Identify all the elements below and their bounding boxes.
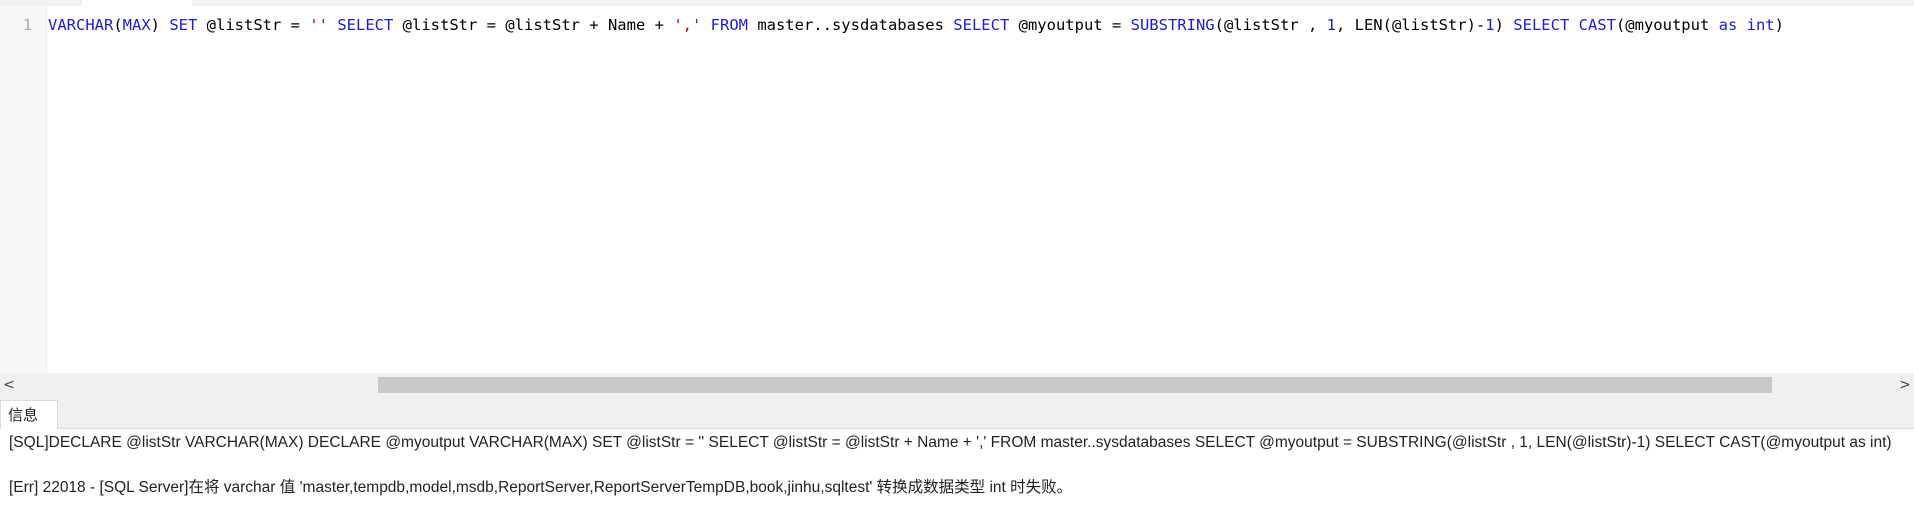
code-keyword: SELECT — [953, 16, 1010, 34]
code-line[interactable]: VARCHAR(MAX) SET @listStr = '' SELECT @l… — [48, 16, 1784, 34]
code-text: @myoutput = — [1009, 16, 1131, 34]
code-string: '' — [309, 16, 328, 34]
code-text: (@listStr , — [1214, 16, 1327, 34]
scrollbar-thumb[interactable] — [378, 377, 1772, 393]
code-text: , LEN(@listStr)- — [1335, 16, 1486, 34]
code-keyword: MAX — [122, 16, 151, 34]
scroll-right-arrow-icon[interactable]: > — [1896, 373, 1914, 397]
horizontal-scrollbar[interactable]: < > — [0, 373, 1914, 397]
code-text: @listStr = @listStr + Name + — [393, 16, 674, 34]
code-keyword: SUBSTRING — [1130, 16, 1215, 34]
result-tab-bar: 信息 — [0, 397, 1914, 429]
code-number: 1 — [1326, 16, 1336, 34]
messages-panel: [SQL]DECLARE @listStr VARCHAR(MAX) DECLA… — [0, 429, 1914, 520]
code-text: (@myoutput — [1615, 16, 1719, 34]
line-number: 1 — [22, 16, 32, 34]
code-text: ( — [113, 16, 123, 34]
line-number-gutter: 1 — [0, 6, 47, 373]
code-keyword: int — [1746, 16, 1775, 34]
code-keyword: as — [1718, 16, 1738, 34]
code-string: ',' — [673, 16, 702, 34]
code-text: ) — [1774, 16, 1784, 34]
code-keyword: SET — [169, 16, 198, 34]
error-message: [Err] 22018 - [SQL Server]在将 varchar 值 '… — [9, 479, 1073, 496]
tab-messages[interactable]: 信息 — [0, 400, 58, 429]
code-keyword: FROM — [710, 16, 748, 34]
code-keyword: VARCHAR — [48, 16, 114, 34]
code-text: ) — [1494, 16, 1514, 34]
sql-editor[interactable]: 1 VARCHAR(MAX) SET @listStr = '' SELECT … — [0, 6, 1914, 373]
code-text: ) — [150, 16, 170, 34]
code-text: master..sysdatabases — [747, 16, 954, 34]
code-keyword: SELECT — [1513, 16, 1570, 34]
code-keyword: CAST — [1578, 16, 1616, 34]
code-text: @listStr = — [197, 16, 310, 34]
code-number: 1 — [1485, 16, 1495, 34]
code-keyword: SELECT — [337, 16, 394, 34]
sql-message: [SQL]DECLARE @listStr VARCHAR(MAX) DECLA… — [9, 434, 1892, 451]
scroll-left-arrow-icon[interactable]: < — [0, 373, 18, 397]
